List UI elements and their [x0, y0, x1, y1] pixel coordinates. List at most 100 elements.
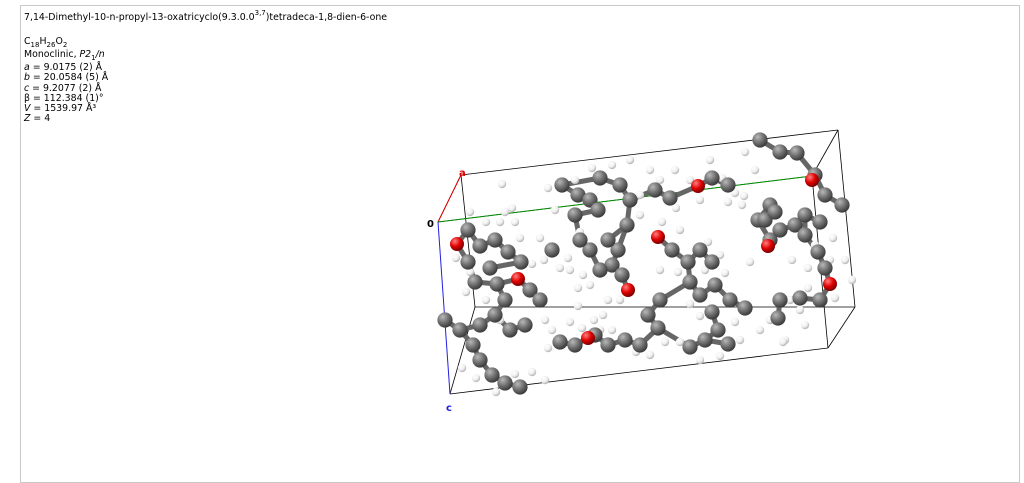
carbon-atom: [489, 276, 505, 292]
carbon-atom: [682, 274, 698, 290]
hydrogen-atom: [705, 155, 715, 165]
carbon-atom: [567, 337, 583, 353]
carbon-atom: [614, 267, 630, 283]
hydrogen-atom: [570, 175, 580, 185]
carbon-atom: [834, 197, 850, 213]
carbon-atom: [792, 290, 808, 306]
carbon-atom: [680, 254, 696, 270]
hydrogen-atom: [465, 207, 475, 217]
carbon-atom: [662, 190, 678, 206]
hydrogen-atom: [675, 225, 685, 235]
carbon-atom: [460, 222, 476, 238]
hydrogen-atom: [491, 387, 501, 397]
carbon-atom: [722, 292, 738, 308]
carbon-atom: [682, 339, 698, 355]
carbon-atom: [472, 238, 488, 254]
hydrogen-atom: [840, 255, 850, 265]
hydrogen-atom: [497, 179, 507, 189]
carbon-atom: [692, 287, 708, 303]
carbon-atom: [544, 242, 560, 258]
carbon-atom: [772, 222, 788, 238]
hydrogen-atom: [787, 255, 797, 265]
hydrogen-atom: [481, 217, 491, 227]
hydrogen-atom: [515, 233, 525, 243]
hydrogen-atom: [539, 255, 549, 265]
carbon-atom: [652, 292, 668, 308]
hydrogen-atom: [451, 253, 461, 263]
hydrogen-atom: [657, 217, 667, 227]
hydrogen-atom: [547, 325, 557, 335]
hydrogen-atom: [555, 263, 565, 273]
hydrogen-atom: [607, 160, 617, 170]
hydrogen-atom: [565, 265, 575, 275]
hydrogen-atom: [527, 259, 537, 269]
hydrogen-atom: [755, 325, 765, 335]
carbon-atom: [737, 300, 753, 316]
carbon-atom: [482, 260, 498, 276]
hydrogen-atom: [550, 205, 560, 215]
hydrogen-atom: [461, 287, 471, 297]
carbon-atom: [797, 227, 813, 243]
molecule-viewer[interactable]: a 0 c: [0, 0, 1024, 479]
hydrogen-atom: [695, 195, 705, 205]
carbon-atom: [752, 132, 768, 148]
hydrogen-atom: [800, 320, 810, 330]
hydrogen-atom: [660, 337, 670, 347]
hydrogen-atom: [739, 191, 749, 201]
hydrogen-atom: [457, 363, 467, 373]
hydrogen-atom: [598, 310, 608, 320]
carbon-atom: [460, 254, 476, 270]
oxygen-atom: [651, 230, 665, 244]
oxygen-atom: [761, 239, 775, 253]
carbon-atom: [467, 274, 483, 290]
carbon-atom: [592, 170, 608, 186]
carbon-atom: [617, 332, 633, 348]
carbon-atom: [600, 232, 616, 248]
hydrogen-atom: [740, 147, 750, 157]
carbon-atom: [770, 310, 786, 326]
carbon-atom: [513, 254, 529, 270]
hydrogen-atom: [750, 165, 760, 175]
carbon-atom: [572, 232, 588, 248]
carbon-atom: [797, 207, 813, 223]
carbon-atom: [487, 232, 503, 248]
carbon-atom: [710, 322, 726, 338]
carbon-atom: [484, 367, 500, 383]
axis-label-origin: 0: [427, 219, 434, 230]
hydrogen-atom: [607, 325, 617, 335]
hydrogen-atom: [655, 265, 665, 275]
carbon-atom: [640, 307, 656, 323]
carbon-atom: [567, 207, 583, 223]
carbon-atom: [532, 292, 548, 308]
hydrogen-atom: [730, 317, 740, 327]
hydrogen-atom: [603, 295, 613, 305]
carbon-atom: [472, 352, 488, 368]
hydrogen-atom: [847, 275, 857, 285]
carbon-atom: [497, 292, 513, 308]
hydrogen-atom: [573, 301, 583, 311]
carbon-atom: [767, 204, 783, 220]
carbon-atom: [500, 244, 516, 260]
hydrogen-atom: [830, 293, 840, 303]
hydrogen-atom: [635, 210, 645, 220]
oxygen-atom: [823, 277, 837, 291]
hydrogen-atom: [527, 367, 537, 377]
hydrogen-atom: [585, 280, 595, 290]
carbon-atom: [592, 262, 608, 278]
hydrogen-atom: [723, 197, 733, 207]
hydrogen-atom: [500, 207, 510, 217]
carbon-atom: [697, 332, 713, 348]
carbon-atom: [704, 304, 720, 320]
hydrogen-atom: [778, 337, 788, 347]
carbon-atom: [789, 145, 805, 161]
oxygen-atom: [621, 283, 635, 297]
carbon-atom: [664, 242, 680, 258]
hydrogen-atom: [745, 257, 755, 267]
carbon-atom: [772, 144, 788, 160]
hydrogen-atom: [645, 165, 655, 175]
hydrogen-atom: [695, 355, 705, 365]
carbon-atom: [590, 202, 606, 218]
carbon-atom: [612, 177, 628, 193]
hydrogen-atom: [481, 295, 491, 305]
hydrogen-atom: [510, 217, 520, 227]
